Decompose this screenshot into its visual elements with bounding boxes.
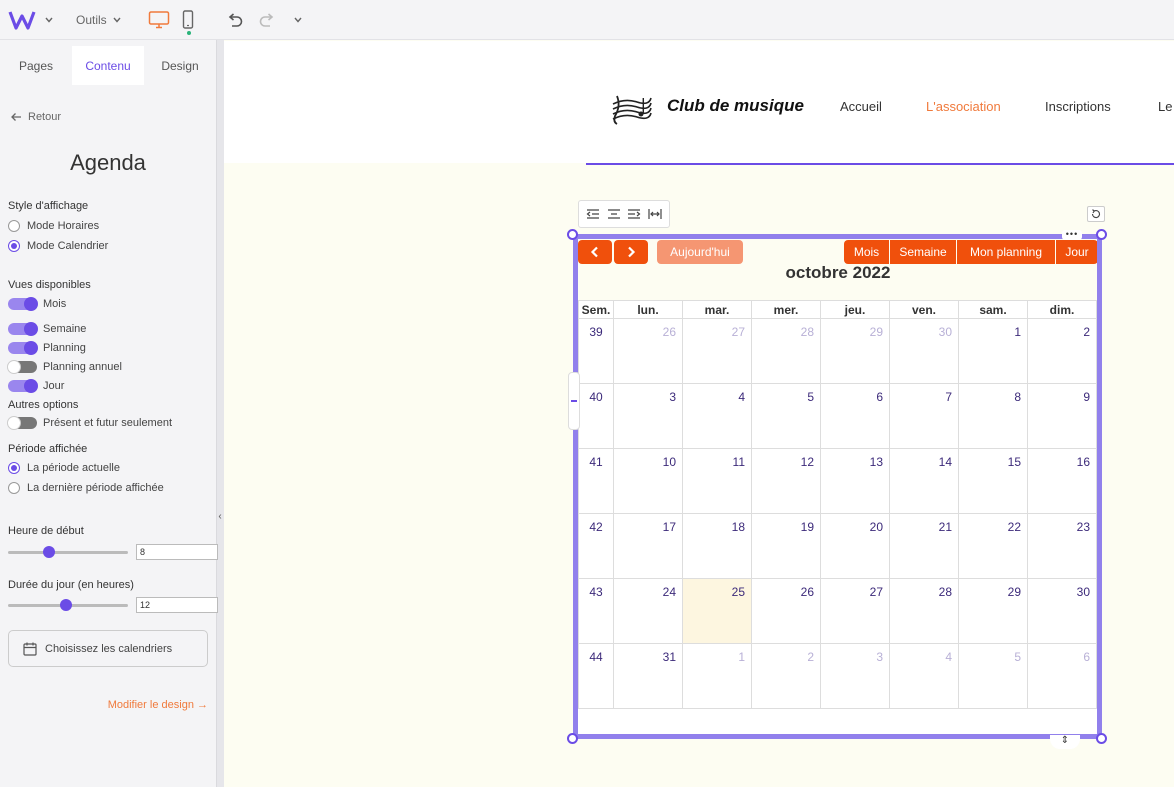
desktop-view-icon[interactable] [148, 10, 170, 30]
radio-button[interactable] [8, 240, 20, 252]
radio-mode-calendar[interactable]: Mode Calendrier [8, 240, 108, 252]
toggle-label: Planning annuel [43, 361, 122, 373]
chevron-down-icon[interactable] [293, 15, 303, 25]
selection-frame [573, 234, 1102, 739]
toggle-switch[interactable] [8, 322, 38, 336]
tools-menu[interactable]: Outils [76, 13, 122, 27]
tab-content[interactable]: Contenu [72, 46, 144, 85]
available-views-label: Vues disponibles [8, 279, 91, 291]
toggle-switch[interactable] [8, 341, 38, 355]
nav-inscriptions[interactable]: Inscriptions [1045, 99, 1111, 114]
stretch-width-icon[interactable] [648, 207, 662, 221]
nav-home[interactable]: Accueil [840, 99, 882, 114]
redo-icon[interactable] [258, 11, 276, 29]
calendar-icon [23, 642, 37, 656]
day-duration-slider[interactable] [8, 598, 128, 611]
align-left-icon[interactable] [586, 207, 600, 221]
undo-icon[interactable] [226, 11, 244, 29]
music-staff-logo-icon [612, 95, 652, 125]
chevron-down-icon [113, 17, 121, 23]
toggle-planning[interactable]: Planning [8, 341, 86, 355]
panel-title: Agenda [70, 150, 146, 175]
resize-handle[interactable] [567, 733, 578, 744]
radio-label: La dernière période affichée [27, 482, 164, 494]
align-right-icon[interactable] [627, 207, 641, 221]
top-toolbar: Outils [0, 0, 1174, 40]
other-options-label: Autres options [8, 399, 79, 411]
drag-handle[interactable] [568, 372, 580, 430]
choose-calendars-label: Choisissez les calendriers [45, 642, 173, 655]
toggle-label: Mois [43, 298, 67, 310]
toggle-switch[interactable] [8, 379, 38, 393]
toggle-label: Jour [43, 380, 65, 392]
nav-association[interactable]: L'association [926, 99, 1001, 114]
height-adjust-icon[interactable]: ⇕ [1050, 735, 1080, 749]
day-duration-input[interactable] [136, 597, 218, 613]
align-center-icon[interactable] [607, 207, 621, 221]
resize-handle[interactable] [1096, 733, 1107, 744]
radio-button[interactable] [8, 220, 20, 232]
site-name[interactable]: Club de musique [667, 96, 804, 116]
toggle-switch[interactable] [8, 297, 38, 311]
resize-handle[interactable] [1096, 229, 1107, 240]
header-underline [586, 163, 1174, 165]
radio-label: Mode Horaires [27, 220, 100, 232]
start-hour-slider[interactable] [8, 545, 128, 558]
modify-design-link[interactable]: Modifier le design → [108, 699, 208, 711]
toggle-present-future[interactable]: Présent et futur seulement [7, 416, 173, 430]
display-style-label: Style d'affichage [8, 200, 89, 212]
toggle-annual-planning[interactable]: Planning annuel [7, 360, 122, 374]
toggle-switch[interactable] [7, 416, 37, 430]
radio-mode-hours[interactable]: Mode Horaires [8, 220, 99, 232]
element-alignment-toolbar [578, 200, 670, 228]
radio-button[interactable] [8, 462, 20, 474]
mobile-status-dot [187, 31, 191, 35]
radio-label: Mode Calendrier [27, 240, 109, 252]
choose-calendars-button[interactable]: Choisissez les calendriers [8, 630, 208, 667]
modify-design-link-wrap: Modifier le design → [0, 699, 208, 711]
toggle-label: Présent et futur seulement [43, 417, 173, 429]
resize-handle[interactable] [567, 229, 578, 240]
nav-more[interactable]: Le [1158, 99, 1172, 114]
back-label: Retour [28, 111, 62, 123]
mobile-view-icon[interactable] [182, 10, 194, 30]
reset-icon[interactable] [1087, 206, 1105, 222]
radio-label: La période actuelle [27, 462, 120, 474]
period-label: Période affichée [8, 443, 88, 455]
toggle-switch[interactable] [7, 360, 37, 374]
toggle-day[interactable]: Jour [8, 379, 65, 393]
slider-handle[interactable] [59, 598, 72, 611]
start-hour-control [8, 544, 218, 560]
toggle-label: Semaine [43, 323, 87, 335]
wix-logo-icon[interactable] [8, 9, 36, 31]
chevron-down-icon[interactable] [44, 15, 54, 25]
start-hour-label: Heure de début [8, 525, 84, 537]
toggle-week[interactable]: Semaine [8, 322, 87, 336]
more-options-icon[interactable]: ••• [1062, 230, 1082, 240]
radio-last-period[interactable]: La dernière période affichée [8, 482, 164, 494]
panel-resize-bar[interactable] [216, 40, 224, 787]
toggle-month[interactable]: Mois [8, 297, 67, 311]
day-duration-control [8, 597, 218, 613]
day-duration-label: Durée du jour (en heures) [8, 579, 134, 591]
slider-handle[interactable] [42, 545, 55, 558]
arrow-left-icon [11, 113, 21, 121]
back-link[interactable]: Retour [10, 111, 61, 123]
tab-design[interactable]: Design [144, 46, 216, 85]
tab-pages[interactable]: Pages [0, 46, 72, 85]
toggle-label: Planning [43, 342, 86, 354]
radio-button[interactable] [8, 482, 20, 494]
start-hour-input[interactable] [136, 544, 218, 560]
radio-current-period[interactable]: La période actuelle [8, 462, 120, 474]
tools-menu-label: Outils [76, 13, 107, 27]
panel-tabs: Pages Contenu Design [0, 46, 216, 85]
collapse-panel-icon[interactable]: ‹ [216, 510, 224, 524]
